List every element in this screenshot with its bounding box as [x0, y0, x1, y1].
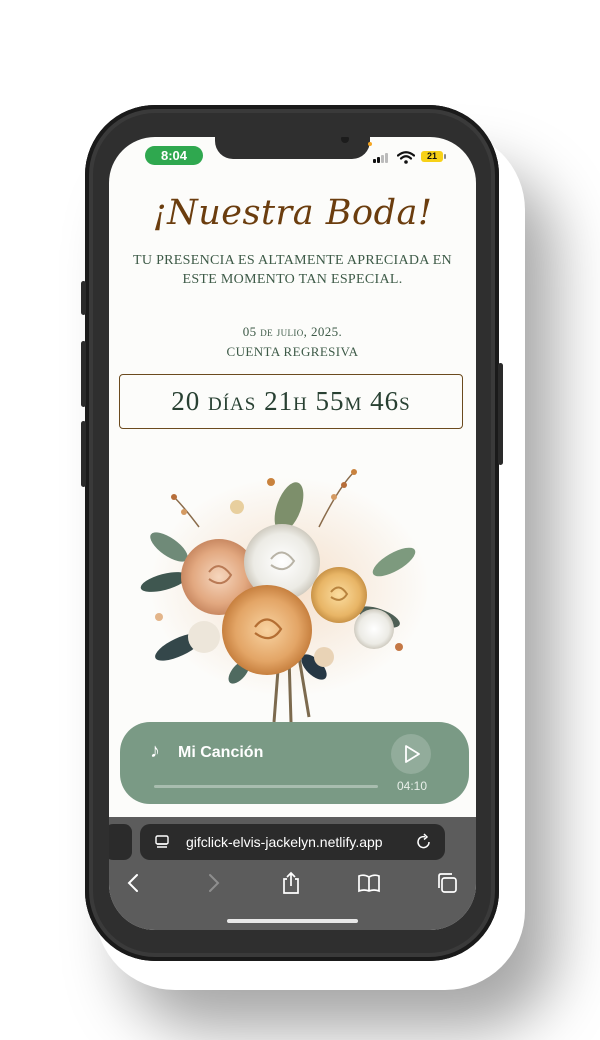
forward-icon[interactable] — [200, 870, 226, 896]
back-icon[interactable] — [121, 870, 147, 896]
browser-toolbar: gifclick-elvis-jackelyn.netlify.app — [109, 817, 476, 930]
page-title: ¡Nuestra Boda! — [152, 193, 433, 233]
volume-down-button — [81, 421, 86, 487]
countdown-timer: 20 días 21h 55m 46s — [119, 374, 463, 429]
camera-icon — [341, 137, 349, 143]
battery-icon: 21 — [421, 151, 446, 162]
notch — [215, 137, 370, 159]
song-title: Mi Canción — [178, 744, 264, 761]
play-button[interactable] — [391, 734, 431, 774]
status-time: 8:04 — [145, 146, 203, 165]
tabs-icon[interactable] — [434, 870, 460, 896]
progress-track[interactable] — [154, 785, 378, 788]
mute-switch — [81, 281, 86, 315]
previous-tab-preview[interactable] — [109, 824, 132, 860]
invitation-subtitle: TU PRESENCIA ES ALTAMENTE APRECIADA EN E… — [133, 253, 452, 287]
home-indicator[interactable] — [227, 919, 358, 923]
play-icon — [405, 745, 420, 763]
page-settings-icon[interactable] — [154, 834, 170, 850]
music-note-icon: ♪ — [150, 740, 160, 762]
share-icon[interactable] — [278, 870, 304, 896]
address-bar[interactable]: gifclick-elvis-jackelyn.netlify.app — [140, 824, 445, 860]
bookmarks-icon[interactable] — [356, 870, 382, 896]
power-button — [498, 363, 503, 465]
cellular-signal-icon — [373, 152, 389, 163]
countdown-label: CUENTA REGRESIVA — [226, 344, 359, 359]
music-player: ♪ Mi Canción 04:10 — [120, 722, 469, 804]
privacy-indicator — [368, 142, 372, 146]
song-duration: 04:10 — [397, 779, 428, 793]
url-text: gifclick-elvis-jackelyn.netlify.app — [186, 834, 383, 850]
reload-icon[interactable] — [416, 833, 432, 851]
volume-up-button — [81, 341, 86, 407]
floral-bouquet-illustration — [140, 469, 429, 723]
phone-screen: 8:04 21 ¡Nuestra Boda! TU PRESENCIA ES A… — [109, 137, 476, 930]
wedding-date: 05 de julio, 2025. — [242, 324, 343, 339]
wifi-icon — [397, 151, 415, 164]
